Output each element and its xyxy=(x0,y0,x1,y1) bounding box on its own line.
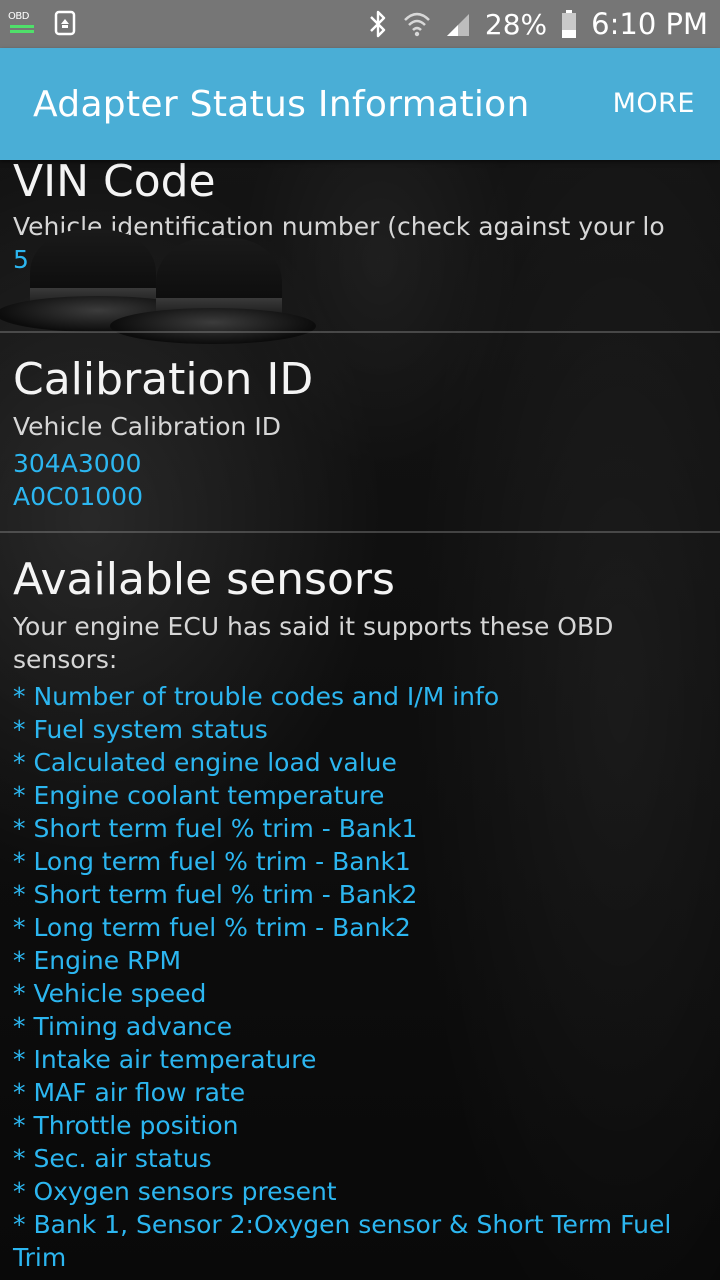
notification-icons: OBD xyxy=(8,9,76,37)
list-item: * Engine RPM xyxy=(13,946,182,975)
obd-app-icon: OBD xyxy=(8,9,38,37)
list-item: * Intake air temperature xyxy=(13,1045,317,1074)
list-item: * Sec. air status xyxy=(13,1144,212,1173)
list-item: * Engine coolant temperature xyxy=(13,781,385,810)
app-bar: Adapter Status Information MORE xyxy=(0,48,720,160)
page-title: Adapter Status Information xyxy=(33,84,530,125)
calibration-title: Calibration ID xyxy=(13,354,314,405)
list-item: * Timing advance xyxy=(13,1012,233,1041)
list-item: * Short term fuel % trim - Bank1 xyxy=(13,814,418,843)
adapter-info-list[interactable]: VIN Code Vehicle identification number (… xyxy=(0,160,720,1280)
signal-strength-icon xyxy=(446,14,469,36)
list-item: * Oxygen sensors present xyxy=(13,1177,337,1206)
list-item: * Throttle position xyxy=(13,1111,239,1140)
battery-percent: 28% xyxy=(484,7,548,41)
list-item: * Long term fuel % trim - Bank2 xyxy=(13,913,411,942)
list-item: * Long term fuel % trim - Bank1 xyxy=(13,847,411,876)
more-menu-button[interactable]: MORE xyxy=(613,88,695,119)
recycle-notification-icon xyxy=(54,10,76,36)
vin-title: VIN Code xyxy=(13,160,216,207)
list-item: * MAF air flow rate xyxy=(13,1078,246,1107)
divider xyxy=(0,331,720,333)
sensors-description: Your engine ECU has said it supports the… xyxy=(13,612,614,674)
list-item: * Fuel system status xyxy=(13,715,268,744)
list-item: * Calculated engine load value xyxy=(13,748,397,777)
list-item: * Vehicle speed xyxy=(13,979,207,1008)
sensor-list: * Number of trouble codes and I/M info *… xyxy=(13,680,703,1274)
calibration-value-2: A0C01000 xyxy=(13,482,143,511)
hat-sticker-right xyxy=(110,238,320,350)
sensors-title: Available sensors xyxy=(13,554,395,605)
status-bar: OBD 28% 6:10 PM xyxy=(0,0,720,48)
calibration-value-1: 304A3000 xyxy=(13,449,142,478)
battery-icon xyxy=(562,10,577,38)
system-indicators: 28% 6:10 PM xyxy=(367,0,708,48)
wifi-icon xyxy=(404,12,430,37)
list-item: * Number of trouble codes and I/M info xyxy=(13,682,500,711)
clock: 6:10 PM xyxy=(591,7,708,41)
calibration-description: Vehicle Calibration ID xyxy=(13,412,281,441)
list-item: * Bank 1, Sensor 2:Oxygen sensor & Short… xyxy=(13,1210,672,1272)
sensors-section: Available sensors Your engine ECU has sa… xyxy=(13,554,703,1274)
list-item: * Short term fuel % trim - Bank2 xyxy=(13,880,418,909)
divider xyxy=(0,531,720,533)
calibration-section: Calibration ID Vehicle Calibration ID 30… xyxy=(13,354,703,513)
bluetooth-icon xyxy=(370,10,386,38)
